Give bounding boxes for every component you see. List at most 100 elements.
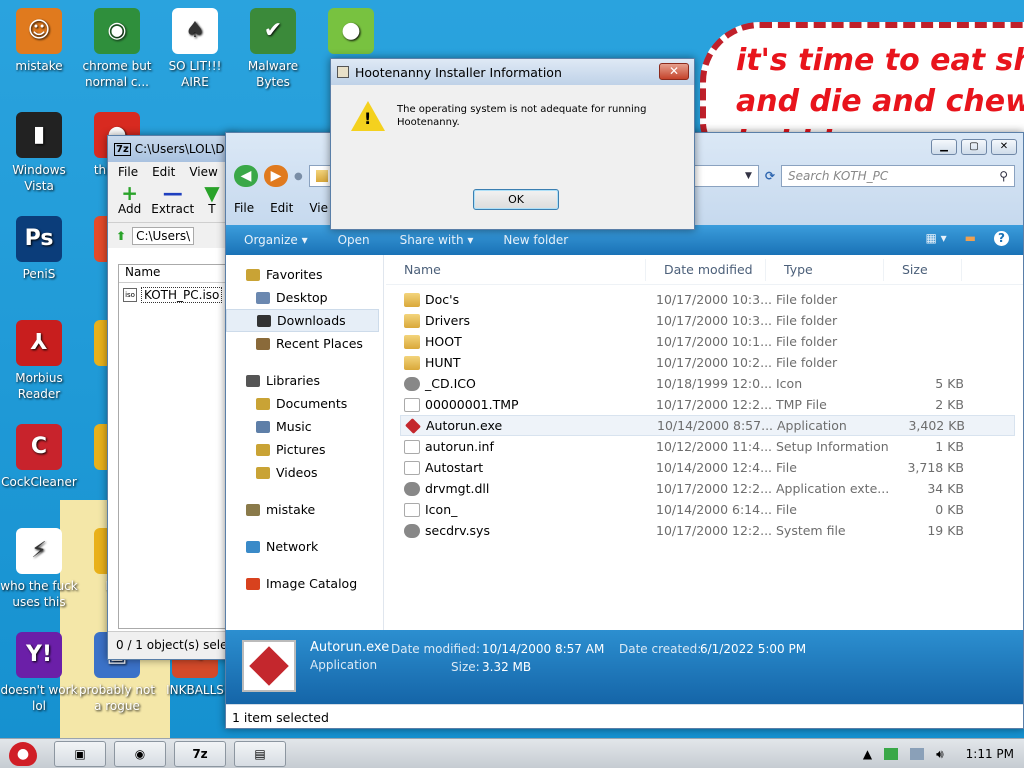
file-row[interactable]: Drivers 10/17/2000 10:3... File folder xyxy=(400,310,1015,331)
view-options-icon[interactable]: ▦ ▾ xyxy=(925,231,946,246)
desktop-icon-acrobat[interactable]: ⅄ Morbius Reader xyxy=(0,320,78,402)
file-name: Doc's xyxy=(425,292,460,307)
dialog-close-button[interactable]: ✕ xyxy=(659,63,689,80)
desktop-icon-malwarebytes[interactable]: ✔ Malware Bytes xyxy=(234,8,312,90)
nav-mistake-icon xyxy=(246,503,260,516)
sevenzip-menu-file[interactable]: File xyxy=(118,165,138,179)
clock[interactable]: 1:11 PM xyxy=(966,747,1014,761)
sevenzip-menu-view[interactable]: View xyxy=(189,165,217,179)
nav-network[interactable]: Network xyxy=(226,535,383,558)
test-button[interactable]: ▼ T xyxy=(204,183,219,220)
battery-icon[interactable] xyxy=(910,748,925,760)
maximize-button[interactable]: ▢ xyxy=(961,139,987,155)
nav-image-catalog[interactable]: Image Catalog xyxy=(226,572,383,595)
sevenzip-menubar: File Edit View xyxy=(108,162,236,182)
sevenzip-file-list[interactable]: Name iso KOTH_PC.iso xyxy=(118,264,236,629)
volume-icon[interactable]: 🔊︎ xyxy=(936,747,944,762)
nav-mistake[interactable]: mistake xyxy=(226,498,383,521)
menu-view[interactable]: Vie xyxy=(309,201,328,215)
nav-videos-icon xyxy=(256,466,270,479)
recent-pages-icon[interactable]: ● xyxy=(294,171,303,182)
dialog-titlebar[interactable]: Hootenanny Installer Information ✕ xyxy=(331,59,694,85)
organize-button[interactable]: Organize ▾ xyxy=(244,233,308,247)
add-button[interactable]: + Add xyxy=(118,183,141,220)
minimize-button[interactable]: ▁ xyxy=(931,139,957,155)
taskbar-installer[interactable]: ▤ xyxy=(234,740,286,767)
nav-downloads[interactable]: Downloads xyxy=(226,309,379,332)
ok-button[interactable]: OK xyxy=(473,189,559,210)
desktop-icon-yahoo[interactable]: Y! doesn't work lol xyxy=(0,632,78,714)
file-row[interactable]: Icon_ 10/14/2000 6:14... File 0 KB xyxy=(400,499,1015,520)
file-row[interactable]: Autostart 10/14/2000 12:4... File 3,718 KB xyxy=(400,457,1015,478)
nav-documents[interactable]: Documents xyxy=(226,392,383,415)
installer-dialog[interactable]: Hootenanny Installer Information ✕ ! The… xyxy=(330,58,695,230)
details-created-value: 6/1/2022 5:00 PM xyxy=(700,642,807,656)
file-size: 3,402 KB xyxy=(908,418,965,433)
up-folder-icon[interactable]: ⬆ xyxy=(116,229,126,243)
sevenzip-file-row[interactable]: iso KOTH_PC.iso xyxy=(119,283,235,307)
nav-favorites[interactable]: Favorites xyxy=(226,263,383,286)
address-folder-icon xyxy=(315,170,328,182)
sevenzip-app-icon: 7z xyxy=(114,142,131,156)
column-date-modified[interactable]: Date modified xyxy=(646,258,766,281)
refresh-icon[interactable]: ⟳ xyxy=(765,169,775,183)
back-button[interactable]: ◀ xyxy=(234,165,258,187)
preview-pane-icon[interactable]: ▬ xyxy=(965,231,976,246)
nav-recent-places-label: Recent Places xyxy=(276,336,363,351)
desktop-icon-mistake[interactable]: ☺ mistake xyxy=(0,8,78,74)
nav-videos[interactable]: Videos xyxy=(226,461,383,484)
column-type[interactable]: Type xyxy=(766,258,884,281)
taskbar-chrome[interactable]: ◉ xyxy=(114,740,166,767)
nav-pictures[interactable]: Pictures xyxy=(226,438,383,461)
gear-file-icon xyxy=(404,376,420,391)
taskbar-7zip[interactable]: 7z xyxy=(174,740,226,767)
file-row[interactable]: drvmgt.dll 10/17/2000 12:2... Application … xyxy=(400,478,1015,499)
new-folder-button[interactable]: New folder xyxy=(503,233,568,247)
menu-file[interactable]: File xyxy=(234,201,254,215)
desktop-icon-chrome[interactable]: ◉ chrome but normal c... xyxy=(78,8,156,90)
file-date: 10/14/2000 6:14... xyxy=(656,502,773,517)
column-name[interactable]: Name xyxy=(386,258,646,281)
sevenzip-titlebar[interactable]: 7z C:\Users\LOL\D xyxy=(108,136,236,162)
file-row[interactable]: Doc's 10/17/2000 10:3... File folder xyxy=(400,289,1015,310)
desktop-icon-photoshop[interactable]: Ps PeniS xyxy=(0,216,78,282)
forward-button[interactable]: ▶ xyxy=(264,165,288,187)
start-button[interactable]: ● xyxy=(0,739,46,768)
nav-music[interactable]: Music xyxy=(226,415,383,438)
sevenzip-column-name[interactable]: Name xyxy=(119,265,235,283)
file-row[interactable]: secdrv.sys 10/17/2000 12:2... System file 1… xyxy=(400,520,1015,541)
help-icon[interactable]: ? xyxy=(994,231,1009,246)
file-row[interactable]: 00000001.TMP 10/17/2000 12:2... TMP File 2 … xyxy=(400,394,1015,415)
column-size[interactable]: Size xyxy=(884,258,962,281)
network-icon[interactable] xyxy=(884,748,899,760)
file-date: 10/17/2000 12:2... xyxy=(656,523,773,538)
desktop-icon-solitaire[interactable]: ♠ SO LIT!!! AIRE xyxy=(156,8,234,90)
file-list[interactable]: Name Date modified Type Size Doc's 10/17/… xyxy=(386,255,1023,630)
file-row[interactable]: HUNT 10/17/2000 10:2... File folder xyxy=(400,352,1015,373)
search-input[interactable]: Search KOTH_PC ⚲ xyxy=(781,165,1015,187)
open-button[interactable]: Open xyxy=(338,233,370,247)
sevenzip-menu-edit[interactable]: Edit xyxy=(152,165,175,179)
desktop-icon-lightning[interactable]: ⚡ who the fuck uses this xyxy=(0,528,78,610)
share-with-button[interactable]: Share with ▾ xyxy=(400,233,474,247)
file-row[interactable]: autorun.inf 10/12/2000 11:4... Setup Infor… xyxy=(400,436,1015,457)
desktop-icon-windows-vista[interactable]: ▮ Windows Vista xyxy=(0,112,78,194)
file-row[interactable]: Autorun.exe 10/14/2000 8:57... Application… xyxy=(400,415,1015,436)
search-icon[interactable]: ⚲ xyxy=(999,169,1008,183)
extract-button[interactable]: — Extract xyxy=(151,183,194,220)
desktop-icon-chrome-label: chrome but normal c... xyxy=(82,59,152,89)
tray-expand-icon[interactable]: ▲ xyxy=(863,747,872,761)
nav-libraries[interactable]: Libraries xyxy=(226,369,383,392)
address-dropdown-icon[interactable]: ▼ xyxy=(745,171,752,181)
sevenzip-address[interactable]: C:\Users\ xyxy=(132,226,195,245)
file-row[interactable]: _CD.ICO 10/18/1999 12:0... Icon 5 KB xyxy=(400,373,1015,394)
close-button[interactable]: ✕ xyxy=(991,139,1017,155)
menu-edit[interactable]: Edit xyxy=(270,201,293,215)
desktop-icon-solitaire-icon: ♠ xyxy=(172,8,218,54)
taskbar-explorer[interactable]: ▣ xyxy=(54,740,106,767)
sevenzip-window[interactable]: 7z C:\Users\LOL\D File Edit View + Add —… xyxy=(107,135,237,660)
desktop-icon-ccleaner[interactable]: C CockCleaner xyxy=(0,424,78,490)
nav-desktop[interactable]: Desktop xyxy=(226,286,383,309)
nav-recent-places[interactable]: Recent Places xyxy=(226,332,383,355)
file-row[interactable]: HOOT 10/17/2000 10:1... File folder xyxy=(400,331,1015,352)
